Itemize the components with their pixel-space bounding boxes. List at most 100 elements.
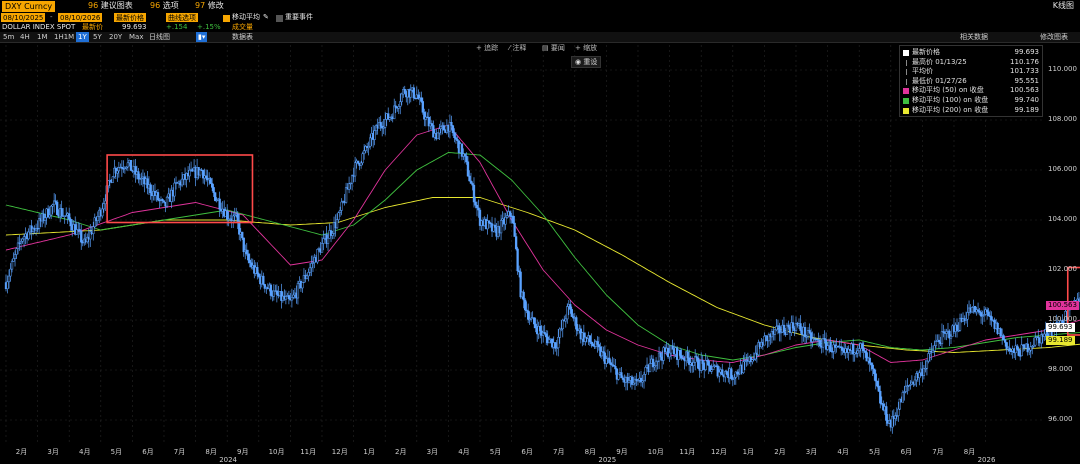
y-tick-label: 110.000 [1048, 65, 1077, 73]
candle-body [775, 326, 778, 331]
candle-body [326, 238, 330, 244]
candle-body [21, 238, 24, 242]
candle-body [856, 350, 859, 354]
candle-body [787, 324, 790, 328]
x-tick-label: 8月 [963, 448, 976, 456]
candle-body [347, 183, 351, 190]
candle-body [751, 359, 754, 363]
candle-body [137, 171, 140, 180]
legend-label: 移动平均 (100) on 收盘 [912, 96, 989, 104]
candle-body [742, 361, 745, 373]
x-tick-label: 4月 [79, 448, 91, 456]
candle-body [409, 90, 412, 98]
candle-body [310, 263, 313, 269]
candle-body [96, 216, 99, 221]
candle-body [104, 200, 107, 205]
zoom-tool[interactable]: + 缩放 [575, 43, 597, 53]
price-badge: 99.189 [1046, 335, 1075, 345]
candle-body [922, 368, 926, 376]
candle-body [999, 328, 1002, 337]
legend-label: 最低价 01/27/26 [912, 76, 967, 85]
candle-body [80, 230, 83, 243]
chart-grid [0, 45, 1042, 445]
highlight-boxes [106, 154, 1080, 336]
candle-body [48, 214, 51, 218]
candle-body [12, 258, 15, 262]
candle-body [472, 184, 476, 203]
candle-body [236, 213, 239, 222]
x-tick-label: 11月 [679, 448, 696, 456]
candle-body [508, 211, 512, 217]
candle-body [101, 208, 104, 217]
candle-body [597, 344, 601, 348]
legend-row-avg: 平均价 101.733 [903, 67, 1041, 77]
candle-body [990, 316, 993, 321]
x-tick-label: 5月 [869, 448, 881, 456]
candle-body [256, 267, 259, 275]
candle-body [1034, 337, 1037, 346]
candle-body [885, 406, 888, 421]
candle-body [522, 291, 525, 301]
candle-body [27, 231, 30, 240]
x-tick-label: 2月 [395, 448, 407, 456]
candle-body [430, 123, 433, 126]
legend-swatch [903, 107, 909, 114]
candle-body [292, 294, 295, 298]
candle-body [6, 281, 9, 289]
candle-body [858, 348, 861, 352]
candle-body [904, 385, 907, 392]
candle-body [1016, 345, 1019, 350]
legend-swatch [903, 50, 909, 56]
track-tool[interactable]: + 追踪 [476, 43, 498, 53]
x-tick-label: 6月 [142, 448, 154, 456]
x-tick-label: 4月 [458, 448, 470, 456]
candle-body [608, 357, 611, 363]
annotate-tool[interactable]: ⁄ 注释 [509, 43, 526, 53]
candle-body [301, 282, 304, 289]
candle-body [111, 176, 114, 183]
candle-body [204, 175, 208, 179]
candle-body [465, 155, 468, 163]
candle-body [350, 175, 354, 184]
y-tick-label: 108.000 [1048, 115, 1077, 123]
candle-body [1043, 333, 1046, 337]
x-tick-label: 6月 [521, 448, 533, 456]
candle-body [569, 304, 572, 310]
candle-body [477, 207, 480, 211]
candle-body [241, 231, 244, 239]
candle-body [466, 161, 470, 177]
candle-body [513, 222, 516, 237]
candle-body [397, 106, 400, 109]
news-tool[interactable]: ▤ 要闻 [542, 43, 565, 53]
candle-body [149, 184, 152, 194]
legend-row-ma200: 移动平均 (200) on 收盘 99.189 [903, 106, 1041, 116]
candle-body [799, 323, 802, 331]
candle-body [226, 210, 229, 220]
candle-body [718, 371, 721, 377]
candle-body [871, 364, 874, 370]
y-tick-label: 100.000 [1048, 315, 1077, 323]
legend-value: 110.176 [1010, 57, 1039, 66]
candle-body [609, 362, 613, 365]
candle-body [242, 237, 245, 253]
candle-body [393, 105, 396, 119]
candle-body [56, 201, 59, 215]
candle-body [557, 337, 560, 349]
x-year-label: 2024 [219, 456, 238, 464]
candle-body [284, 296, 288, 300]
y-tick-label: 106.000 [1048, 165, 1077, 173]
x-tick-label: 9月 [616, 448, 628, 456]
chart-legend: 最新价格 99.693 最高价 01/13/25 110.176 平均价 101… [899, 45, 1043, 117]
candle-body [156, 192, 160, 201]
candle-body [403, 89, 406, 93]
candle-body [1020, 344, 1023, 357]
legend-swatch [903, 98, 909, 104]
candle-body [704, 360, 707, 370]
candle-body [590, 341, 593, 345]
candle-body [791, 322, 795, 329]
reset-button[interactable]: ◉ 重设 [571, 56, 602, 68]
x-tick-label: 7月 [932, 448, 944, 456]
x-tick-label: 2月 [15, 448, 28, 456]
candle-body [361, 153, 364, 164]
candle-body [558, 328, 561, 338]
